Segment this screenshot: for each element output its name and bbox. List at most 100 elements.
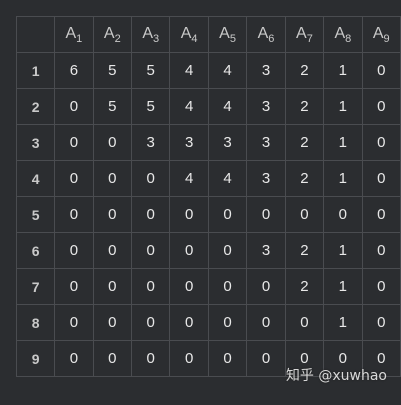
table-cell: 0 xyxy=(92,304,133,341)
table-cell: 3 xyxy=(207,124,248,161)
table-cell: 3 xyxy=(131,124,171,161)
table-cell: 4 xyxy=(207,160,248,197)
table-cell: 3 xyxy=(169,124,209,161)
column-header: A6 xyxy=(246,16,286,53)
table-cell: 0 xyxy=(131,160,171,197)
column-header: A7 xyxy=(284,16,325,53)
table-row: 4000443210 xyxy=(15,160,401,197)
matrix-view: A1 A2 A3 A4 A5 A6 A7 A8 A9 1655443210205… xyxy=(0,0,401,405)
table-cell: 0 xyxy=(207,268,248,305)
table-cell: 0 xyxy=(284,196,325,233)
table-cell: 3 xyxy=(246,232,286,269)
table-cell: 0 xyxy=(361,232,401,269)
table-cell: 0 xyxy=(361,304,401,341)
table-cell: 3 xyxy=(246,88,286,125)
table-cell: 0 xyxy=(92,160,133,197)
table-cell: 5 xyxy=(131,52,171,89)
table-row: 5000000000 xyxy=(15,196,401,233)
table-cell: 0 xyxy=(54,304,94,341)
table-cell: 0 xyxy=(92,196,133,233)
table-cell: 2 xyxy=(284,268,325,305)
table-cell: 0 xyxy=(246,340,286,377)
table-cell: 4 xyxy=(169,52,209,89)
row-header: 9 xyxy=(15,340,56,377)
table-row: 7000000210 xyxy=(15,268,401,305)
row-header: 4 xyxy=(15,160,56,197)
table-cell: 2 xyxy=(284,88,325,125)
table-cell: 0 xyxy=(54,160,94,197)
column-header: A9 xyxy=(361,16,401,53)
table-cell: 0 xyxy=(207,232,248,269)
table-cell: 1 xyxy=(323,304,363,341)
table-cell: 0 xyxy=(361,268,401,305)
table-cell: 0 xyxy=(323,196,363,233)
table-row: 2055443210 xyxy=(15,88,401,125)
table-cell: 0 xyxy=(361,52,401,89)
table-cell: 4 xyxy=(169,160,209,197)
table-cell: 1 xyxy=(323,52,363,89)
table-cell: 4 xyxy=(207,52,248,89)
table-cell: 0 xyxy=(92,268,133,305)
table-cell: 0 xyxy=(54,268,94,305)
table-cell: 0 xyxy=(54,88,94,125)
table-cell: 2 xyxy=(284,232,325,269)
row-header: 8 xyxy=(15,304,56,341)
row-header: 5 xyxy=(15,196,56,233)
table-cell: 5 xyxy=(131,88,171,125)
watermark: 知乎 @xuwhao xyxy=(285,368,387,384)
row-header: 2 xyxy=(15,88,56,125)
table-cell: 0 xyxy=(54,124,94,161)
table-cell: 6 xyxy=(54,52,94,89)
table-cell: 3 xyxy=(246,160,286,197)
table-cell: 0 xyxy=(54,196,94,233)
column-header: A2 xyxy=(92,16,133,53)
table-cell: 1 xyxy=(323,124,363,161)
table-cell: 0 xyxy=(92,340,133,377)
column-header: A3 xyxy=(131,16,171,53)
table-cell: 0 xyxy=(361,196,401,233)
table-cell: 1 xyxy=(323,160,363,197)
table-cell: 0 xyxy=(131,268,171,305)
row-header: 7 xyxy=(15,268,56,305)
table-cell: 0 xyxy=(169,340,209,377)
table-cell: 0 xyxy=(361,160,401,197)
table-cell: 2 xyxy=(284,124,325,161)
row-header: 1 xyxy=(15,52,56,89)
table-cell: 0 xyxy=(131,232,171,269)
corner-cell xyxy=(15,16,56,53)
column-header: A8 xyxy=(323,16,363,53)
table-cell: 0 xyxy=(169,196,209,233)
header-row: A1 A2 A3 A4 A5 A6 A7 A8 A9 xyxy=(15,16,401,53)
table-cell: 0 xyxy=(207,340,248,377)
column-header: A5 xyxy=(207,16,248,53)
row-header: 3 xyxy=(15,124,56,161)
column-header: A4 xyxy=(169,16,209,53)
table-cell: 0 xyxy=(246,268,286,305)
table-row: 3003333210 xyxy=(15,124,401,161)
table-cell: 0 xyxy=(131,340,171,377)
table-cell: 0 xyxy=(131,304,171,341)
value-table: A1 A2 A3 A4 A5 A6 A7 A8 A9 1655443210205… xyxy=(15,16,401,377)
table-cell: 0 xyxy=(169,268,209,305)
table-cell: 0 xyxy=(207,196,248,233)
table-cell: 2 xyxy=(284,160,325,197)
table-cell: 0 xyxy=(92,124,133,161)
table-cell: 1 xyxy=(323,88,363,125)
table-cell: 0 xyxy=(361,88,401,125)
table-cell: 3 xyxy=(246,52,286,89)
table-row: 6000003210 xyxy=(15,232,401,269)
table-cell: 0 xyxy=(169,304,209,341)
table-cell: 5 xyxy=(92,88,133,125)
table-cell: 0 xyxy=(246,196,286,233)
table-cell: 4 xyxy=(169,88,209,125)
table-cell: 3 xyxy=(246,124,286,161)
table-cell: 0 xyxy=(361,124,401,161)
table-cell: 0 xyxy=(169,232,209,269)
table-cell: 0 xyxy=(131,196,171,233)
table-cell: 4 xyxy=(207,88,248,125)
table-cell: 0 xyxy=(207,304,248,341)
table-cell: 0 xyxy=(54,232,94,269)
row-header: 6 xyxy=(15,232,56,269)
table-cell: 1 xyxy=(323,268,363,305)
table-cell: 5 xyxy=(92,52,133,89)
